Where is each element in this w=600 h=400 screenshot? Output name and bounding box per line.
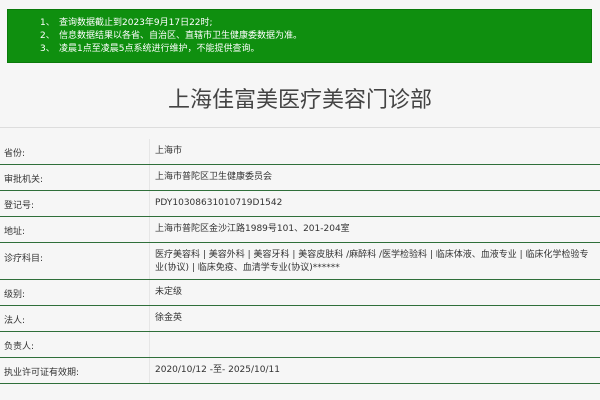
column-divider: [149, 191, 150, 216]
notice-line-text: 信息数据结果以各省、自治区、直辖市卫生健康委数据为准。: [59, 31, 303, 41]
table-row-departments: 诊疗科目: 医疗美容科 | 美容外科 | 美容牙科 | 美容皮肤科 /麻醉科 /…: [0, 243, 600, 280]
notice-line: 3、 凌晨1点至凌晨5点系统进行维护，不能提供查询。: [8, 43, 591, 56]
column-divider: [149, 243, 150, 279]
row-label: 登记号:: [4, 201, 35, 211]
column-divider: [149, 165, 150, 190]
table-row-province: 省份: 上海市: [0, 139, 600, 165]
row-label: 审批机关:: [4, 175, 44, 185]
table-row-license-validity: 执业许可证有效期: 2020/10/12 -至- 2025/10/11: [0, 358, 600, 384]
column-divider: [149, 306, 150, 331]
row-label: 诊疗科目:: [4, 254, 44, 264]
column-divider: [149, 280, 150, 305]
row-value: 上海市普陀区金沙江路1989号101、201-204室: [155, 224, 350, 234]
page-title: 上海佳富美医疗美容门诊部: [167, 88, 432, 113]
column-divider: [149, 332, 150, 357]
row-value: 上海市普陀区卫生健康委员会: [155, 172, 273, 182]
row-label: 法人:: [4, 316, 26, 326]
row-value: 徐金英: [155, 313, 183, 323]
row-value: 2020/10/12 -至- 2025/10/11: [155, 365, 280, 375]
row-value: 未定级: [155, 287, 183, 297]
info-table: 省份: 上海市 审批机关: 上海市普陀区卫生健康委员会 登记号: PDY1030…: [0, 139, 600, 384]
table-row-person-in-charge: 负责人:: [0, 332, 600, 358]
row-label: 负责人:: [4, 342, 35, 352]
row-label: 级别:: [4, 290, 26, 300]
table-row-authority: 审批机关: 上海市普陀区卫生健康委员会: [0, 165, 600, 191]
row-label: 执业许可证有效期:: [4, 368, 80, 378]
column-divider: [149, 358, 150, 383]
notice-line: 2、 信息数据结果以各省、自治区、直辖市卫生健康委数据为准。: [8, 30, 591, 43]
notice-line: 1、 查询数据截止到2023年9月17日22时;: [8, 17, 591, 30]
column-divider: [149, 217, 150, 242]
row-value: PDY10308631010719D1542: [155, 198, 283, 208]
notice-banner: 1、 查询数据截止到2023年9月17日22时; 2、 信息数据结果以各省、自治…: [7, 9, 592, 63]
column-divider: [149, 139, 150, 164]
table-row-level: 级别: 未定级: [0, 280, 600, 306]
row-label: 地址:: [4, 227, 26, 237]
notice-line-text: 凌晨1点至凌晨5点系统进行维护，不能提供查询。: [59, 44, 260, 54]
table-row-registration: 登记号: PDY10308631010719D1542: [0, 191, 600, 217]
notice-line-number: 1、: [40, 18, 55, 28]
table-row-address: 地址: 上海市普陀区金沙江路1989号101、201-204室: [0, 217, 600, 243]
notice-line-number: 3、: [40, 44, 55, 54]
notice-line-number: 2、: [40, 31, 55, 41]
notice-line-text: 查询数据截止到2023年9月17日22时;: [59, 18, 213, 28]
table-row-legal-person: 法人: 徐金英: [0, 306, 600, 332]
row-value: 医疗美容科 | 美容外科 | 美容牙科 | 美容皮肤科 /麻醉科 /医学检验科 …: [155, 250, 589, 273]
row-value: 上海市: [155, 146, 183, 156]
title-divider: [0, 127, 600, 128]
row-label: 省份:: [4, 149, 26, 159]
